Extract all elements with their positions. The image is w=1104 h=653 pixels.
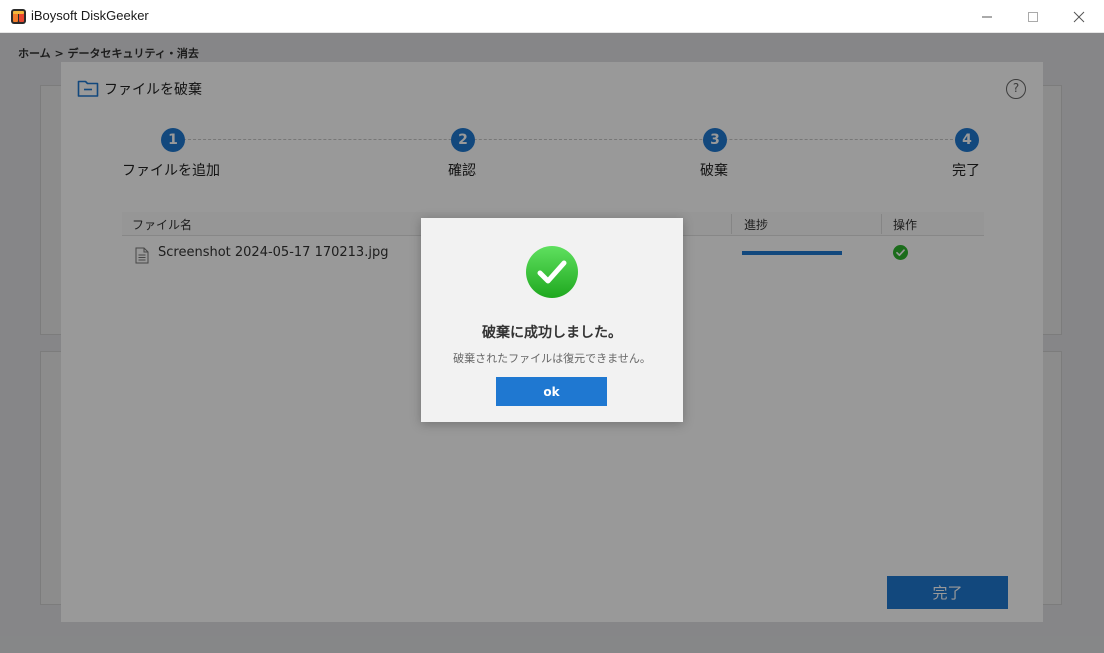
minimize-button[interactable] [964, 0, 1010, 33]
app-window: iBoysoft DiskGeeker ホーム > データセキュリティ・消去 フ… [0, 0, 1104, 653]
app-logo-icon [11, 9, 26, 24]
success-dialog: 破棄に成功しました。 破棄されたファイルは復元できません。 ok [421, 218, 683, 422]
dialog-message: 破棄されたファイルは復元できません。 [453, 352, 651, 365]
close-button[interactable] [1056, 0, 1102, 33]
success-check-icon [526, 246, 578, 298]
minimize-icon [982, 16, 992, 17]
close-icon [1073, 11, 1085, 22]
maximize-button[interactable] [1010, 0, 1056, 33]
maximize-icon [1028, 11, 1038, 22]
ok-button[interactable]: ok [496, 377, 607, 406]
window-title: iBoysoft DiskGeeker [31, 8, 149, 23]
dialog-title: 破棄に成功しました。 [482, 325, 622, 341]
title-bar: iBoysoft DiskGeeker [0, 0, 1104, 33]
